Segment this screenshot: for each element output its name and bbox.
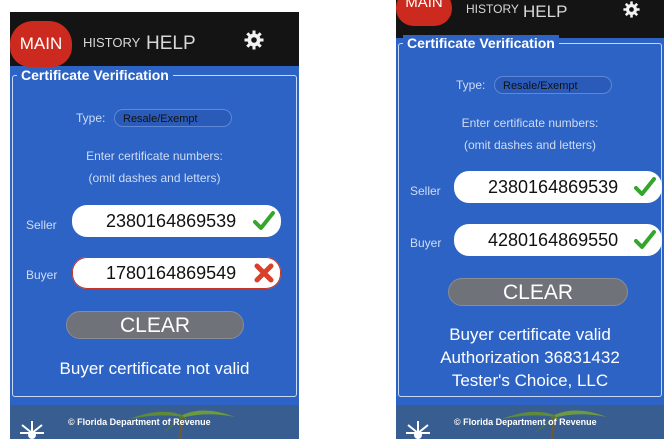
clear-button[interactable]: CLEAR — [448, 278, 628, 306]
buyer-label: Buyer — [410, 236, 442, 250]
sunburst-logo-icon — [406, 421, 430, 439]
tab-help[interactable]: HELP — [523, 2, 567, 22]
buyer-value: 1780164869549 — [106, 263, 237, 283]
authorization-number: Authorization 36831432 — [440, 348, 620, 367]
checkmark-icon — [253, 211, 275, 230]
screen-valid: MAIN HISTORY HELP Certificate Verificati… — [396, 0, 664, 439]
checkmark-icon — [634, 230, 656, 249]
instruction-line-1: Enter certificate numbers: — [86, 149, 223, 163]
instruction-line-1: Enter certificate numbers: — [461, 116, 599, 130]
footer-banner: © Florida Department of Revenue — [396, 405, 664, 439]
gear-icon[interactable] — [623, 1, 640, 18]
footer-banner: © Florida Department of Revenue — [10, 405, 299, 439]
instruction-line-2: (omit dashes and letters) — [463, 138, 597, 152]
result-message: Buyer certificate not valid — [59, 359, 250, 378]
x-mark-icon — [254, 263, 274, 283]
section-title: Certificate Verification — [403, 35, 559, 51]
tab-history[interactable]: HISTORY — [83, 35, 140, 50]
seller-input[interactable]: 2380164869539 — [454, 171, 662, 203]
seller-value: 2380164869539 — [488, 177, 619, 197]
seller-input[interactable]: 2380164869539 — [72, 205, 281, 237]
tab-history[interactable]: HISTORY — [466, 2, 519, 16]
sunburst-logo-icon — [20, 421, 44, 439]
seller-label: Seller — [410, 184, 441, 198]
business-name: Tester's Choice, LLC — [451, 371, 609, 390]
clear-button[interactable]: CLEAR — [66, 311, 244, 339]
buyer-value: 4280164869550 — [488, 230, 619, 250]
instruction-line-2: (omit dashes and letters) — [88, 171, 221, 185]
type-select[interactable]: Resale/Exempt — [494, 76, 612, 94]
footer-copyright[interactable]: © Florida Department of Revenue — [68, 417, 211, 427]
type-select[interactable]: Resale/Exempt — [114, 109, 232, 127]
checkmark-icon — [634, 177, 656, 196]
type-label: Type: — [456, 78, 486, 92]
buyer-label: Buyer — [26, 268, 58, 282]
seller-label: Seller — [26, 218, 57, 232]
nav-bar: MAIN HISTORY HELP — [396, 0, 664, 38]
tab-main[interactable]: MAIN — [396, 0, 452, 26]
screen-invalid: MAIN HISTORY HELP Certificate Verificati… — [10, 12, 299, 439]
gear-icon[interactable] — [244, 30, 264, 50]
tab-help[interactable]: HELP — [146, 33, 196, 55]
tab-main[interactable]: MAIN — [10, 21, 72, 67]
buyer-input[interactable]: 4280164869550 — [454, 224, 662, 256]
footer-copyright[interactable]: © Florida Department of Revenue — [454, 417, 597, 427]
type-label: Type: — [76, 111, 106, 125]
result-message: Buyer certificate valid — [449, 325, 611, 344]
nav-bar: MAIN HISTORY HELP — [10, 12, 299, 67]
section-title: Certificate Verification — [17, 67, 173, 83]
seller-value: 2380164869539 — [106, 211, 237, 231]
buyer-input[interactable]: 1780164869549 — [72, 257, 281, 289]
